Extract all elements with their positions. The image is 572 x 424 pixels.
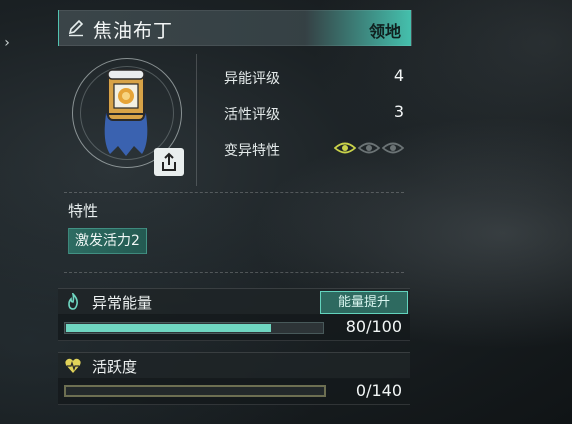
- divider: [64, 272, 404, 273]
- collapse-arrow-icon[interactable]: ›: [0, 32, 14, 54]
- name-header: 焦油布丁 领地: [58, 10, 412, 46]
- territory-tag: 领地: [368, 22, 401, 41]
- share-icon: [162, 152, 176, 171]
- stat-label: 变异特性: [224, 143, 280, 159]
- energy-boost-button[interactable]: 能量提升: [320, 291, 408, 314]
- stat-mutation-trait: 变异特性: [224, 138, 404, 162]
- stat-label: 异能评级: [224, 71, 280, 87]
- traits-heading: 特性: [68, 202, 99, 220]
- portrait: [58, 50, 196, 182]
- flame-icon: [68, 293, 78, 310]
- energy-bar-row: 80/100: [58, 314, 410, 341]
- creature-image: [104, 69, 148, 156]
- heartbeat-icon: [65, 358, 81, 373]
- activity-value: 0/140: [355, 381, 402, 400]
- energy-section: 异常能量 能量提升 80/100: [58, 288, 410, 342]
- share-button[interactable]: [154, 148, 184, 176]
- mutation-eyes: [334, 140, 404, 156]
- energy-value: 80/100: [345, 317, 402, 336]
- pencil-icon[interactable]: [67, 19, 85, 37]
- activity-bar-row: 0/140: [58, 378, 410, 405]
- eye-icon: [382, 142, 404, 154]
- divider: [64, 192, 404, 193]
- activity-header: 活跃度: [58, 352, 410, 379]
- eye-icon-active: [334, 142, 356, 154]
- trait-badge[interactable]: 激发活力2: [68, 228, 147, 254]
- divider: [196, 54, 197, 186]
- stat-value: 3: [393, 102, 404, 121]
- activity-progress-bar: [64, 385, 326, 397]
- activity-label: 活跃度: [92, 358, 138, 376]
- eye-icon: [358, 142, 380, 154]
- creature-name: 焦油布丁: [93, 20, 174, 42]
- stat-ability-grade: 异能评级 4: [224, 66, 404, 90]
- stat-label: 活性评级: [224, 107, 280, 123]
- energy-progress-fill: [66, 324, 271, 332]
- stat-activity-grade: 活性评级 3: [224, 102, 404, 126]
- energy-label: 异常能量: [92, 294, 153, 312]
- stat-value: 4: [393, 66, 404, 85]
- energy-progress-bar: [64, 322, 324, 334]
- creature-info-panel: 焦油布丁 领地 异能评级 4 活性评级 3 变异特性 特性 激发活力2 异常能量…: [58, 10, 412, 410]
- energy-header: 异常能量 能量提升: [58, 288, 410, 315]
- activity-section: 活跃度 0/140: [58, 352, 410, 406]
